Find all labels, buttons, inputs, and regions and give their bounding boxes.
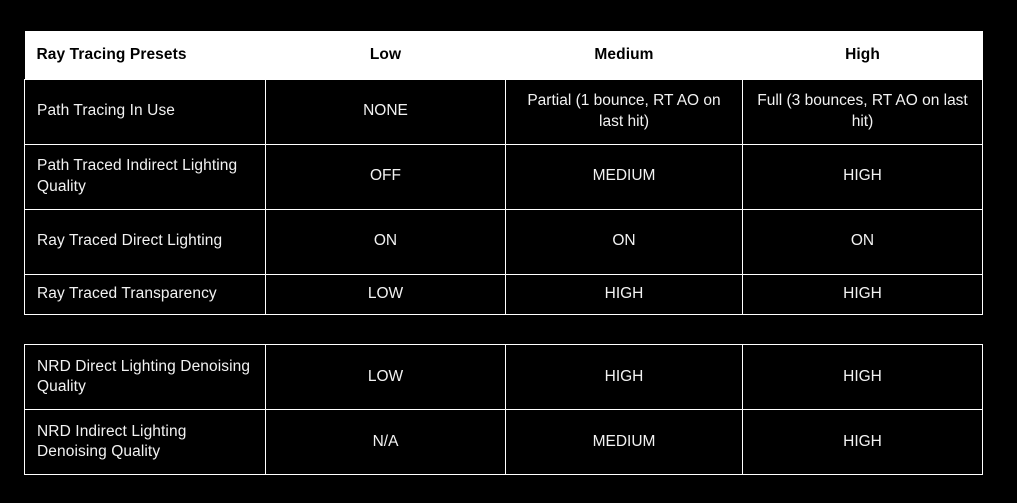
table-row: NRD Indirect Lighting Denoising Quality … [24, 409, 983, 475]
cell-nrd-direct-lighting-denoising-quality-low: LOW [265, 344, 506, 410]
column-header-low: Low [265, 31, 506, 79]
cell-nrd-direct-lighting-denoising-quality-medium: HIGH [505, 344, 743, 410]
table-row: Ray Traced Direct Lighting ON ON ON [24, 208, 983, 275]
cell-ray-traced-direct-lighting-medium: ON [505, 208, 743, 275]
nrd-denoising-table: NRD Direct Lighting Denoising Quality LO… [24, 344, 983, 475]
cell-ray-traced-direct-lighting-low: ON [265, 208, 506, 275]
cell-path-tracing-in-use-high: Full (3 bounces, RT AO on last hit) [742, 78, 983, 145]
table-body: NRD Direct Lighting Denoising Quality LO… [24, 344, 983, 475]
cell-ray-traced-transparency-high: HIGH [742, 273, 983, 315]
row-label-path-tracing-in-use: Path Tracing In Use [24, 78, 266, 145]
row-label-ray-traced-direct-lighting: Ray Traced Direct Lighting [24, 208, 266, 275]
cell-path-tracing-in-use-medium: Partial (1 bounce, RT AO on last hit) [505, 78, 743, 145]
ray-tracing-presets-table: Ray Tracing Presets Low Medium High Path… [24, 31, 983, 315]
table-body: Path Tracing In Use NONE Partial (1 boun… [24, 78, 983, 315]
cell-path-traced-indirect-lighting-quality-low: OFF [265, 143, 506, 210]
cell-nrd-direct-lighting-denoising-quality-high: HIGH [742, 344, 983, 410]
column-header-high: High [742, 31, 983, 79]
table-header: Ray Tracing Presets Low Medium High [24, 31, 983, 79]
row-label-path-traced-indirect-lighting-quality: Path Traced Indirect Lighting Quality [24, 143, 266, 210]
cell-nrd-indirect-lighting-denoising-quality-medium: MEDIUM [505, 409, 743, 475]
row-label-ray-traced-transparency: Ray Traced Transparency [24, 273, 266, 315]
cell-ray-traced-transparency-low: LOW [265, 273, 506, 315]
cell-ray-traced-direct-lighting-high: ON [742, 208, 983, 275]
column-header-medium: Medium [505, 31, 743, 79]
cell-nrd-indirect-lighting-denoising-quality-low: N/A [265, 409, 506, 475]
cell-path-traced-indirect-lighting-quality-medium: MEDIUM [505, 143, 743, 210]
cell-nrd-indirect-lighting-denoising-quality-high: HIGH [742, 409, 983, 475]
table-row: Ray Traced Transparency LOW HIGH HIGH [24, 273, 983, 315]
table-row: Path Traced Indirect Lighting Quality OF… [24, 143, 983, 210]
header-row: Ray Tracing Presets Low Medium High [24, 31, 983, 79]
row-label-nrd-indirect-lighting-denoising-quality: NRD Indirect Lighting Denoising Quality [24, 409, 266, 475]
table-row: Path Tracing In Use NONE Partial (1 boun… [24, 78, 983, 145]
column-header-presets: Ray Tracing Presets [24, 31, 266, 79]
cell-path-tracing-in-use-low: NONE [265, 78, 506, 145]
ray-tracing-presets-table-wrapper: Ray Tracing Presets Low Medium High Path… [24, 31, 983, 315]
table-row: NRD Direct Lighting Denoising Quality LO… [24, 344, 983, 410]
nrd-denoising-table-wrapper: NRD Direct Lighting Denoising Quality LO… [24, 344, 983, 475]
row-label-nrd-direct-lighting-denoising-quality: NRD Direct Lighting Denoising Quality [24, 344, 266, 410]
page-root: Ray Tracing Presets Low Medium High Path… [0, 0, 1017, 503]
cell-ray-traced-transparency-medium: HIGH [505, 273, 743, 315]
cell-path-traced-indirect-lighting-quality-high: HIGH [742, 143, 983, 210]
